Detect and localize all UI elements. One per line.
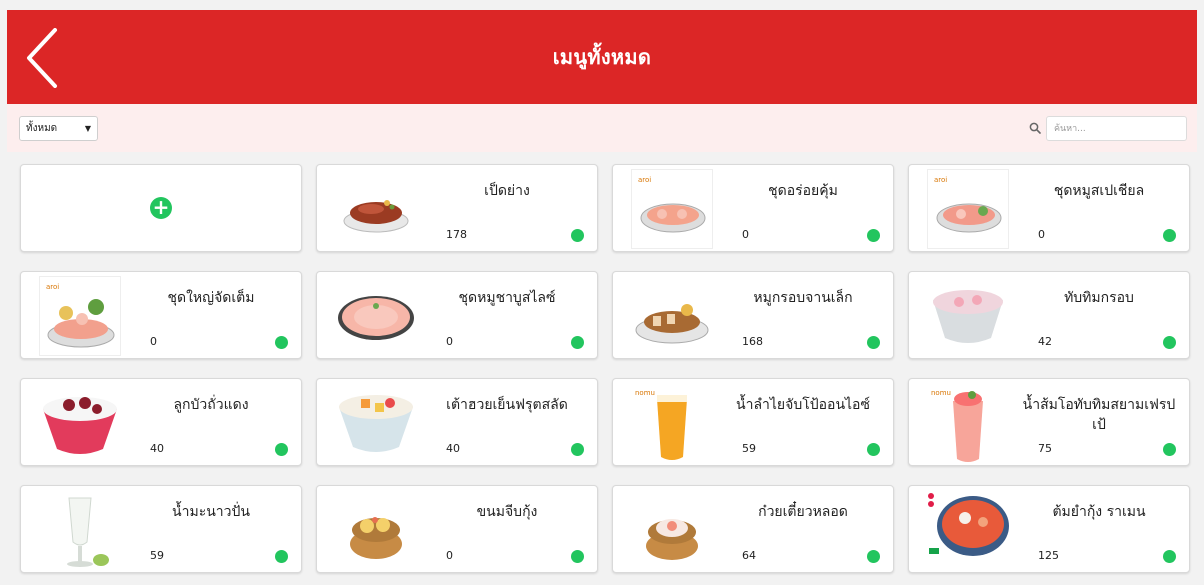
status-dot (867, 229, 880, 242)
menu-item-quantity: 0 (1038, 228, 1045, 241)
menu-item-name: ต้มยำกุ้ง ราเมน (1052, 504, 1146, 520)
menu-item-name: ชุดใหญ่จัดเต็ม (167, 290, 255, 306)
menu-item-quantity: 0 (150, 335, 157, 348)
menu-item-quantity: 59 (742, 442, 756, 455)
menu-item-quantity: 64 (742, 549, 756, 562)
menu-item-image (631, 490, 713, 570)
svg-text:aroi: aroi (638, 176, 651, 184)
menu-item-card[interactable]: ต้มยำกุ้ง ราเมน 125 (908, 485, 1190, 573)
menu-item-name: ลูกบัวถั่วแดง (173, 397, 249, 413)
menu-item-name: ก๋วยเตี๋ยวหลอด (758, 504, 848, 520)
svg-text:aroi: aroi (46, 283, 59, 291)
status-dot (1163, 229, 1176, 242)
menu-item-card[interactable]: nomu น้ำลำไยจับโป้ออนไอซ์ 59 (612, 378, 894, 466)
status-dot (1163, 550, 1176, 563)
status-dot (275, 336, 288, 349)
search-placeholder: ค้นหา... (1054, 124, 1086, 134)
menu-item-image: nomu (927, 383, 1009, 463)
menu-item-card[interactable]: ชุดหมูชาบูสไลซ์ 0 (316, 271, 598, 359)
menu-item-card[interactable]: เป็ดย่าง 178 (316, 164, 598, 252)
menu-item-name: ชุดหมูสเปเชียล (1053, 183, 1145, 199)
menu-item-quantity: 0 (446, 335, 453, 348)
page-title: เมนูทั้งหมด (552, 45, 652, 69)
menu-content: + เป็ดย่าง 178 aroi ชุดอร่อยคุ้ม 0 aroi ชุดหมู… (7, 152, 1197, 585)
menu-item-name: น้ำลำไยจับโป้ออนไอซ์ (736, 397, 870, 413)
menu-item-quantity: 168 (742, 335, 763, 348)
chevron-down-icon: ▼ (84, 123, 91, 133)
menu-item-image (335, 383, 417, 463)
status-dot (571, 550, 584, 563)
svg-text:aroi: aroi (934, 176, 947, 184)
add-menu-card[interactable]: + (20, 164, 302, 252)
menu-item-card[interactable]: aroi ชุดใหญ่จัดเต็ม 0 (20, 271, 302, 359)
status-dot (571, 336, 584, 349)
menu-item-image (39, 490, 121, 570)
menu-item-name: เต้าฮวยเย็นฟรุตสลัด (446, 397, 568, 413)
status-dot (571, 443, 584, 456)
menu-item-quantity: 42 (1038, 335, 1052, 348)
menu-item-name: ขนมจีบกุ้ง (476, 504, 538, 520)
menu-item-image (631, 276, 713, 356)
search-input[interactable]: ค้นหา... (1046, 115, 1187, 141)
menu-item-card[interactable]: nomu น้ำส้มโอทับทิมสยามเฟรปเป้ 75 (908, 378, 1190, 466)
status-dot (275, 550, 288, 563)
category-select[interactable]: ทั้งหมด ▼ (19, 115, 98, 141)
category-select-value: ทั้งหมด (26, 122, 58, 134)
menu-item-quantity: 0 (742, 228, 749, 241)
menu-item-image (335, 169, 417, 249)
menu-item-image: nomu (631, 383, 713, 463)
menu-item-quantity: 40 (150, 442, 164, 455)
svg-text:nomu: nomu (931, 389, 951, 397)
menu-item-name: ทับทิมกรอบ (1064, 290, 1134, 306)
plus-circle-icon: + (150, 197, 172, 219)
menu-item-name: ชุดอร่อยคุ้ม (768, 183, 838, 199)
search-icon (1029, 122, 1041, 134)
menu-item-image: aroi (39, 276, 121, 356)
back-button[interactable] (25, 28, 65, 88)
menu-item-quantity: 125 (1038, 549, 1059, 562)
menu-item-card[interactable]: ก๋วยเตี๋ยวหลอด 64 (612, 485, 894, 573)
menu-item-name: เป็ดย่าง (484, 183, 530, 199)
menu-item-image (335, 276, 417, 356)
menu-item-image: aroi (631, 169, 713, 249)
menu-item-image (39, 383, 121, 463)
menu-item-name: ชุดหมูชาบูสไลซ์ (458, 290, 556, 306)
header-bar: เมนูทั้งหมด (7, 10, 1197, 104)
menu-item-quantity: 75 (1038, 442, 1052, 455)
status-dot (275, 443, 288, 456)
menu-item-name: น้ำมะนาวปั่น (172, 504, 250, 520)
menu-item-name: หมูกรอบจานเล็ก (753, 290, 853, 306)
menu-item-quantity: 0 (446, 549, 453, 562)
menu-item-image (335, 490, 417, 570)
menu-item-card[interactable]: aroi ชุดอร่อยคุ้ม 0 (612, 164, 894, 252)
status-dot (1163, 336, 1176, 349)
svg-text:nomu: nomu (635, 389, 655, 397)
menu-item-image (927, 490, 1009, 570)
menu-item-card[interactable]: ทับทิมกรอบ 42 (908, 271, 1190, 359)
menu-item-card[interactable]: ลูกบัวถั่วแดง 40 (20, 378, 302, 466)
status-dot (571, 229, 584, 242)
filter-bar: ทั้งหมด ▼ ค้นหา... (7, 104, 1197, 152)
status-dot (1163, 443, 1176, 456)
chevron-left-icon (27, 28, 57, 88)
menu-item-quantity: 178 (446, 228, 467, 241)
status-dot (867, 550, 880, 563)
menu-item-card[interactable]: aroi ชุดหมูสเปเชียล 0 (908, 164, 1190, 252)
menu-item-card[interactable]: น้ำมะนาวปั่น 59 (20, 485, 302, 573)
menu-item-quantity: 59 (150, 549, 164, 562)
menu-item-image (927, 276, 1009, 356)
menu-item-card[interactable]: เต้าฮวยเย็นฟรุตสลัด 40 (316, 378, 598, 466)
status-dot (867, 443, 880, 456)
menu-item-quantity: 40 (446, 442, 460, 455)
menu-item-name: น้ำส้มโอทับทิมสยามเฟรปเป้ (1022, 397, 1176, 433)
menu-grid: + เป็ดย่าง 178 aroi ชุดอร่อยคุ้ม 0 aroi ชุดหมู… (20, 164, 1190, 573)
menu-item-card[interactable]: ขนมจีบกุ้ง 0 (316, 485, 598, 573)
menu-item-image: aroi (927, 169, 1009, 249)
menu-item-card[interactable]: หมูกรอบจานเล็ก 168 (612, 271, 894, 359)
search-area: ค้นหา... (1029, 115, 1187, 141)
status-dot (867, 336, 880, 349)
